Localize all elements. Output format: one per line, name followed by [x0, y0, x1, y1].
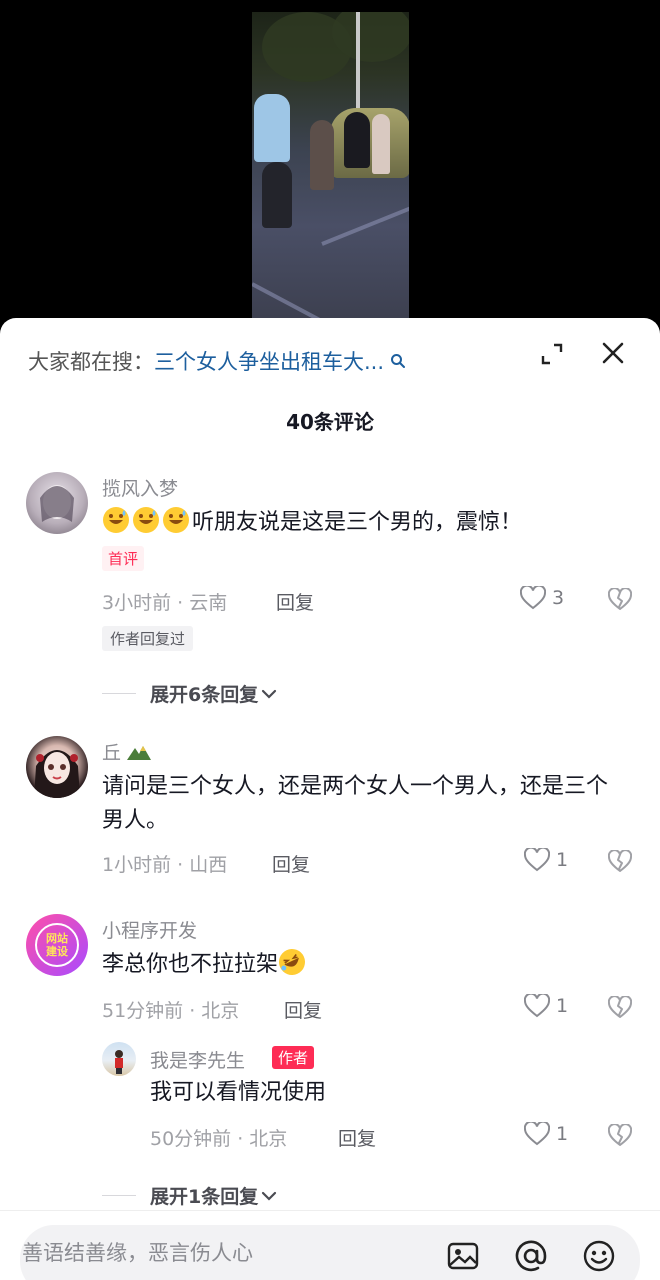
sweat-smile-emoji	[103, 507, 129, 533]
expand-replies-label: 展开6条回复	[150, 684, 259, 706]
video-road-line	[321, 197, 409, 246]
video-player[interactable]	[0, 0, 660, 330]
comment-username[interactable]: 丘	[102, 738, 153, 765]
mountain-icon	[127, 745, 152, 760]
comment-text: 听朋友说是这是三个男的，震惊！	[102, 506, 622, 540]
mention-icon[interactable]	[514, 1239, 548, 1273]
like-button[interactable]: 3	[520, 586, 564, 610]
like-button[interactable]: 1	[524, 994, 568, 1018]
reply-text: 我可以看情况使用	[150, 1080, 327, 1105]
video-frame[interactable]	[252, 12, 409, 318]
expand-replies-button[interactable]: 展开1条回复	[102, 1182, 278, 1209]
rofl-emoji	[279, 949, 306, 975]
reply-button[interactable]: 回复	[338, 1124, 376, 1151]
search-icon[interactable]	[390, 353, 406, 369]
like-count: 1	[556, 995, 569, 1017]
avatar-portrait-icon	[40, 485, 74, 522]
comment-input[interactable]	[22, 1241, 412, 1265]
trending-search[interactable]: 大家都在搜： 三个女人争坐出租车大...	[28, 346, 406, 376]
comment-sheet: 大家都在搜： 三个女人争坐出租车大... 40条评论 揽风入梦 听朋友说是这是三…	[0, 318, 660, 1280]
heart-icon	[524, 994, 550, 1018]
comment-time-location: 51分钟前 · 北京	[102, 1000, 240, 1022]
comment-time-location: 3小时前 · 云南	[102, 592, 228, 614]
comment-count-title: 40条评论	[286, 410, 374, 434]
comment-input-bar	[0, 1210, 660, 1280]
search-query-link[interactable]: 三个女人争坐出租车大...	[154, 346, 384, 376]
expand-icon[interactable]	[540, 342, 564, 366]
avatar-text: 网站建设	[46, 932, 68, 958]
avatar-portrait-icon	[34, 750, 80, 798]
comment-text: 李总你也不拉拉架	[102, 948, 622, 982]
comment-text-body: 听朋友说是这是三个男的，震惊！	[192, 510, 523, 535]
reply-button[interactable]: 回复	[284, 996, 322, 1023]
video-person	[254, 94, 290, 162]
close-icon[interactable]	[600, 340, 626, 366]
avatar[interactable]	[26, 736, 88, 798]
dislike-icon[interactable]	[608, 588, 632, 612]
divider	[102, 693, 136, 694]
comment-username[interactable]: 揽风入梦	[102, 474, 178, 501]
heart-icon	[524, 848, 550, 872]
reply-button[interactable]: 回复	[276, 588, 314, 615]
comment-time-location: 1小时前 · 山西	[102, 854, 228, 876]
like-button[interactable]: 1	[524, 1122, 568, 1146]
avatar[interactable]	[102, 1042, 136, 1076]
video-person	[344, 112, 370, 168]
like-count: 1	[556, 1123, 569, 1145]
author-badge: 作者	[272, 1046, 315, 1069]
comment-text-body: 李总你也不拉拉架	[102, 952, 279, 977]
heart-icon	[524, 1122, 550, 1146]
avatar[interactable]	[26, 472, 88, 534]
comment-text: 请问是三个女人，还是两个女人一个男人，还是三个男人。	[102, 774, 609, 833]
avatar[interactable]: 网站建设	[26, 914, 88, 976]
comment-username[interactable]: 小程序开发	[102, 916, 197, 943]
sweat-smile-emoji	[163, 507, 189, 533]
image-icon[interactable]	[446, 1239, 480, 1273]
reply-username[interactable]: 我是李先生	[150, 1046, 245, 1073]
dislike-icon[interactable]	[608, 1124, 632, 1148]
video-person	[372, 114, 390, 174]
heart-icon	[520, 586, 546, 610]
chevron-down-icon	[262, 1191, 277, 1201]
first-comment-badge: 首评	[102, 546, 145, 571]
expand-replies-label: 展开1条回复	[150, 1186, 259, 1208]
divider	[102, 1195, 136, 1196]
dislike-icon[interactable]	[608, 850, 632, 874]
sweat-smile-emoji	[133, 507, 159, 533]
reply-button[interactable]: 回复	[272, 850, 310, 877]
emoji-icon[interactable]	[582, 1239, 616, 1273]
video-pole	[356, 12, 360, 122]
video-person	[262, 162, 292, 228]
like-button[interactable]: 1	[524, 848, 568, 872]
search-prefix: 大家都在搜：	[28, 350, 154, 374]
author-replied-tag: 作者回复过	[102, 626, 194, 651]
chevron-down-icon	[262, 689, 277, 699]
like-count: 3	[552, 587, 565, 609]
video-person	[310, 120, 334, 190]
like-count: 1	[556, 849, 569, 871]
avatar-portrait-icon	[115, 1050, 123, 1074]
expand-replies-button[interactable]: 展开6条回复	[102, 680, 278, 707]
comment-username-text: 丘	[102, 742, 122, 764]
video-road-line	[252, 282, 351, 318]
dislike-icon[interactable]	[608, 996, 632, 1020]
reply-time-location: 50分钟前 · 北京	[150, 1128, 288, 1150]
